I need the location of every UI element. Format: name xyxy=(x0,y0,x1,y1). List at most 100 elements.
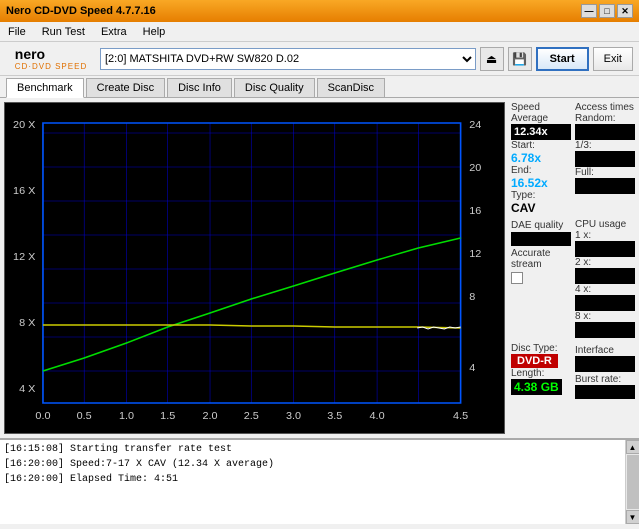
accurate-stream-checkbox[interactable] xyxy=(511,272,523,284)
burst-label: Burst rate: xyxy=(575,374,635,385)
start-label: Start: xyxy=(511,140,571,151)
cpu-1x-value xyxy=(575,241,635,257)
scroll-down-button[interactable]: ▼ xyxy=(626,510,639,524)
app-title: Nero CD-DVD Speed 4.7.7.16 xyxy=(6,5,156,17)
log-scrollbar: ▲ ▼ xyxy=(625,440,639,524)
svg-text:4 X: 4 X xyxy=(19,384,35,395)
svg-text:1.0: 1.0 xyxy=(119,411,134,422)
one-third-label: 1/3: xyxy=(575,140,635,151)
svg-text:20 X: 20 X xyxy=(13,120,35,131)
full-label: Full: xyxy=(575,167,635,178)
cpu-8x-value xyxy=(575,322,635,338)
main-content: 20 X 16 X 12 X 8 X 4 X 24 20 16 12 8 4 0… xyxy=(0,98,639,438)
average-value: 12.34x xyxy=(511,124,571,140)
log-content: [16:15:08] Starting transfer rate test [… xyxy=(0,440,625,524)
svg-text:24: 24 xyxy=(469,120,481,131)
logo-sub: CD·DVD SPEED xyxy=(15,62,87,71)
menu-run-test[interactable]: Run Test xyxy=(38,24,89,40)
svg-text:3.5: 3.5 xyxy=(327,411,342,422)
cpu-4x-label: 4 x: xyxy=(575,284,635,295)
menu-file[interactable]: File xyxy=(4,24,30,40)
log-line-2: [16:20:00] Speed:7-17 X CAV (12.34 X ave… xyxy=(4,457,621,472)
one-third-value xyxy=(575,151,635,167)
exit-button[interactable]: Exit xyxy=(593,47,633,71)
random-label: Random: xyxy=(575,113,635,124)
cpu-1x-label: 1 x: xyxy=(575,230,635,241)
svg-text:16: 16 xyxy=(469,206,481,217)
svg-text:12 X: 12 X xyxy=(13,252,35,263)
cpu-4x-value xyxy=(575,295,635,311)
save-icon-button[interactable]: 💾 xyxy=(508,47,532,71)
svg-text:0.0: 0.0 xyxy=(35,411,50,422)
dae-bar xyxy=(511,232,571,246)
length-label: Length: xyxy=(511,368,571,379)
chart-area: 20 X 16 X 12 X 8 X 4 X 24 20 16 12 8 4 0… xyxy=(4,102,505,434)
dae-label: DAE quality xyxy=(511,220,571,231)
svg-text:2.0: 2.0 xyxy=(202,411,217,422)
drive-selector[interactable]: [2:0] MATSHITA DVD+RW SW820 D.02 xyxy=(100,48,476,70)
tab-disc-quality[interactable]: Disc Quality xyxy=(234,78,315,97)
svg-text:12: 12 xyxy=(469,249,481,260)
disc-type-badge: DVD-R xyxy=(511,354,558,368)
end-value: 16.52x xyxy=(511,176,571,190)
tab-disc-info[interactable]: Disc Info xyxy=(167,78,232,97)
speed-label: Speed xyxy=(511,102,571,113)
svg-text:1.5: 1.5 xyxy=(160,411,175,422)
type-value: CAV xyxy=(511,201,571,215)
menu-bar: File Run Test Extra Help xyxy=(0,22,639,42)
logo: nero CD·DVD SPEED xyxy=(6,45,96,73)
svg-text:20: 20 xyxy=(469,163,481,174)
scroll-up-button[interactable]: ▲ xyxy=(626,440,639,454)
svg-text:4.5: 4.5 xyxy=(453,411,468,422)
log-line-3: [16:20:00] Elapsed Time: 4:51 xyxy=(4,472,621,487)
full-value xyxy=(575,178,635,194)
maximize-button[interactable]: □ xyxy=(599,4,615,18)
close-button[interactable]: ✕ xyxy=(617,4,633,18)
start-value: 6.78x xyxy=(511,151,571,165)
log-area: [16:15:08] Starting transfer rate test [… xyxy=(0,438,639,524)
tab-create-disc[interactable]: Create Disc xyxy=(86,78,165,97)
eject-icon-button[interactable]: ⏏ xyxy=(480,47,504,71)
svg-text:4.0: 4.0 xyxy=(370,411,385,422)
log-line-1: [16:15:08] Starting transfer rate test xyxy=(4,442,621,457)
svg-text:8 X: 8 X xyxy=(19,318,35,329)
svg-text:8: 8 xyxy=(469,292,475,303)
dae-cpu-section: DAE quality Accurate stream CPU usage 1 … xyxy=(511,218,635,338)
tab-benchmark[interactable]: Benchmark xyxy=(6,78,84,98)
cpu-2x-label: 2 x: xyxy=(575,257,635,268)
random-value xyxy=(575,124,635,140)
minimize-button[interactable]: — xyxy=(581,4,597,18)
interface-label: Interface xyxy=(575,345,635,356)
type-label: Type: xyxy=(511,190,571,201)
right-panel: Speed Average 12.34x Start: 6.78x End: 1… xyxy=(509,98,639,438)
svg-text:4: 4 xyxy=(469,363,475,374)
tab-scandisc[interactable]: ScanDisc xyxy=(317,78,385,97)
disc-interface-section: Disc Type: DVD-R Length: 4.38 GB Interfa… xyxy=(511,343,635,399)
access-times-label: Access times xyxy=(575,102,635,113)
end-label: End: xyxy=(511,165,571,176)
title-bar: Nero CD-DVD Speed 4.7.7.16 — □ ✕ xyxy=(0,0,639,22)
interface-value xyxy=(575,356,635,372)
window-controls: — □ ✕ xyxy=(581,4,633,18)
burst-value xyxy=(575,385,635,399)
accurate-stream-label: Accurate stream xyxy=(511,248,571,270)
average-label: Average xyxy=(511,113,571,124)
svg-text:3.0: 3.0 xyxy=(286,411,301,422)
cpu-8x-label: 8 x: xyxy=(575,311,635,322)
logo-nero: nero xyxy=(15,46,87,62)
benchmark-chart: 20 X 16 X 12 X 8 X 4 X 24 20 16 12 8 4 0… xyxy=(5,103,504,433)
svg-text:2.5: 2.5 xyxy=(244,411,259,422)
tab-bar: Benchmark Create Disc Disc Info Disc Qua… xyxy=(0,76,639,98)
svg-text:0.5: 0.5 xyxy=(77,411,92,422)
toolbar: nero CD·DVD SPEED [2:0] MATSHITA DVD+RW … xyxy=(0,42,639,76)
svg-text:16 X: 16 X xyxy=(13,186,35,197)
scroll-thumb[interactable] xyxy=(627,455,639,509)
menu-help[interactable]: Help xyxy=(139,24,170,40)
length-value: 4.38 GB xyxy=(511,379,562,395)
disc-type-label: Disc Type: xyxy=(511,343,571,354)
menu-extra[interactable]: Extra xyxy=(97,24,131,40)
cpu-2x-value xyxy=(575,268,635,284)
start-button[interactable]: Start xyxy=(536,47,589,71)
cpu-label: CPU usage xyxy=(575,219,635,230)
speed-section: Speed Average 12.34x Start: 6.78x End: 1… xyxy=(511,102,635,215)
